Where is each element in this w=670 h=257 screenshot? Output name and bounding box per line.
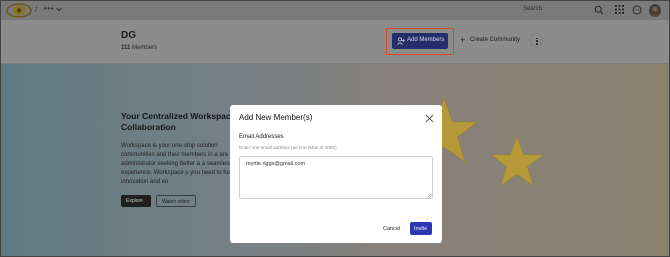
top-bar: / ••• Search — [1, 1, 669, 20]
star-decoration — [490, 135, 544, 187]
watch-video-label: Watch video — [162, 198, 190, 205]
logo[interactable] — [6, 3, 32, 18]
email-field-hint: Enter one email address per line (Max of… — [239, 145, 337, 150]
chat-icon[interactable] — [632, 5, 642, 15]
community-name: DG — [121, 30, 136, 41]
search-placeholder: Search — [523, 6, 543, 12]
explore-button[interactable]: Explore — [121, 195, 151, 207]
cancel-label: Cancel — [383, 226, 401, 232]
create-community-label: Create Community — [470, 37, 521, 43]
grid-icon[interactable] — [615, 5, 624, 14]
email-field-label: Email Addresses — [239, 134, 284, 140]
cancel-button[interactable]: Cancel — [380, 223, 402, 235]
email-textarea[interactable]: myrtle.riggs@gmail.com — [239, 156, 433, 199]
member-count-label: Members — [132, 45, 158, 51]
avatar[interactable] — [649, 4, 661, 17]
invite-button[interactable]: Invite — [410, 222, 432, 235]
chevron-down-icon[interactable] — [55, 5, 63, 13]
member-count-number: 111 — [121, 45, 131, 51]
watch-video-button[interactable]: Watch video — [156, 195, 196, 207]
breadcrumb-current[interactable]: ••• — [44, 4, 54, 13]
add-user-icon — [397, 37, 405, 45]
dialog-title: Add New Member(s) — [239, 113, 313, 122]
app-window: / ••• Search DG 111 Members Add Members … — [0, 0, 670, 257]
community-header: DG 111 Members Add Members + Create Comm… — [1, 20, 669, 64]
breadcrumb-separator: / — [35, 5, 38, 14]
more-vertical-icon[interactable] — [529, 33, 543, 47]
resize-grip-icon[interactable] — [427, 193, 432, 198]
invite-label: Invite — [414, 225, 428, 232]
plus-icon: + — [460, 35, 466, 45]
add-members-label: Add Members — [407, 37, 445, 43]
create-community-button[interactable]: + Create Community — [459, 34, 521, 48]
search-icon[interactable] — [594, 5, 604, 15]
member-count[interactable]: 111 Members — [121, 45, 157, 51]
close-icon[interactable] — [425, 114, 434, 123]
add-members-button[interactable]: Add Members — [392, 33, 448, 49]
add-members-dialog: Add New Member(s) Email Addresses Enter … — [230, 105, 442, 243]
explore-label: Explore — [126, 198, 143, 204]
search-input[interactable]: Search — [518, 4, 606, 17]
